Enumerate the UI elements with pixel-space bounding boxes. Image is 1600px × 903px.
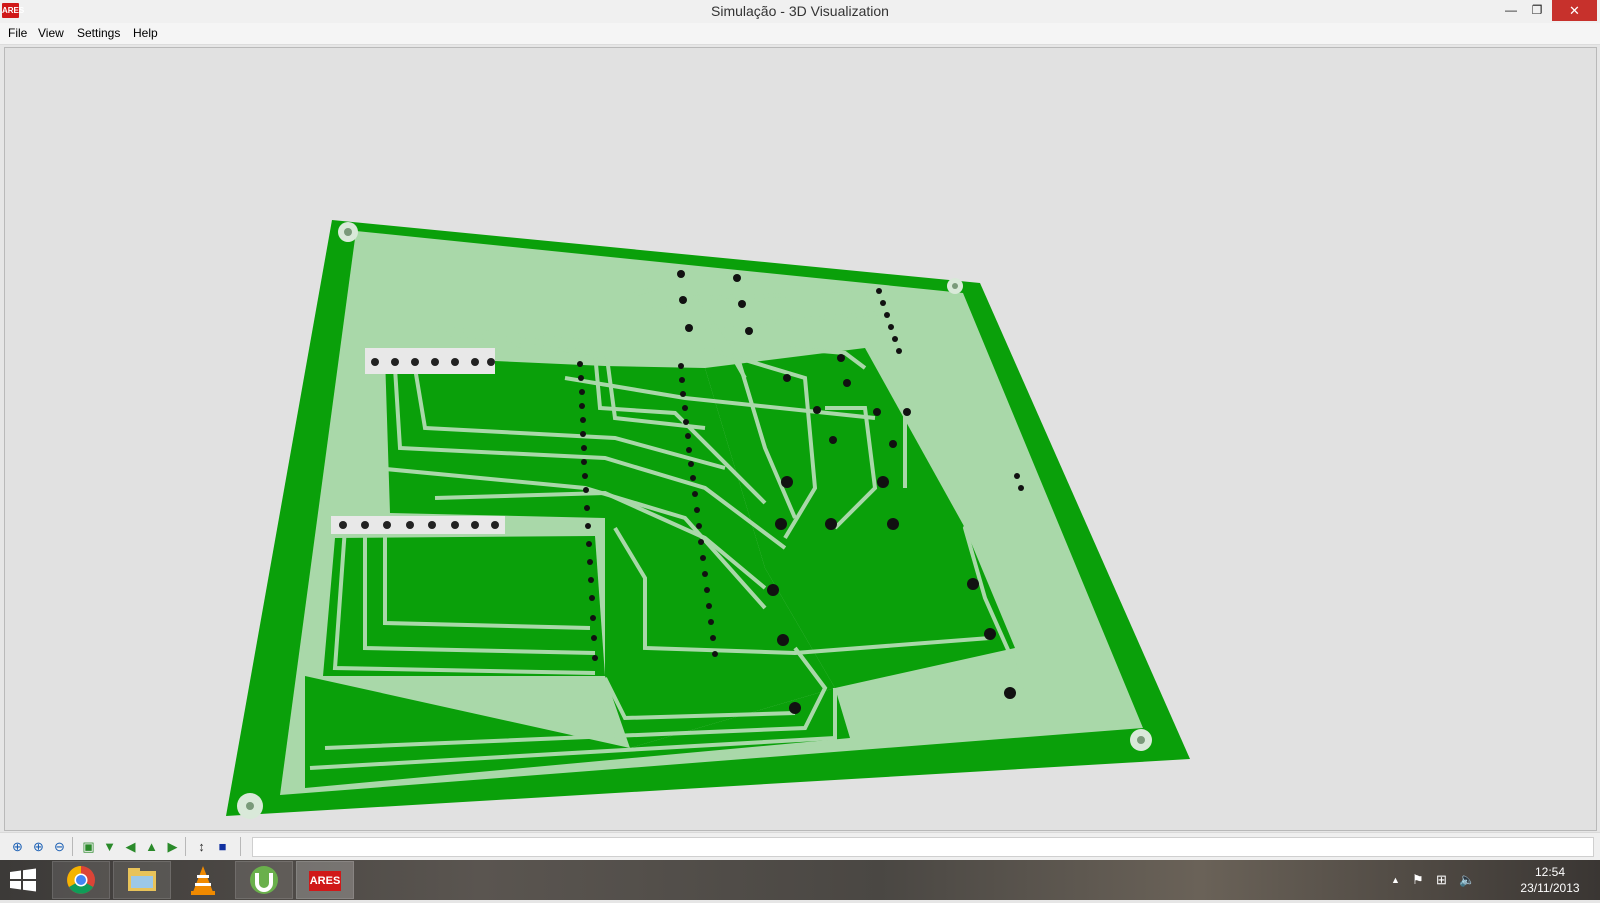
status-field — [252, 837, 1594, 857]
height-toggle-icon[interactable]: ↕ — [193, 838, 210, 855]
window-title: Simulação - 3D Visualization — [711, 3, 889, 19]
ares-icon[interactable]: ARES — [296, 861, 354, 899]
windows-taskbar: ARES ▲ ⚑ ⊞ 🔈 12:54 23/11/2013 — [0, 860, 1600, 900]
view-back-icon[interactable]: ▲ — [143, 838, 160, 855]
toolbar-separator — [72, 837, 73, 856]
menu-view[interactable]: View — [35, 23, 67, 43]
menu-help[interactable]: Help — [130, 23, 161, 43]
maximize-button[interactable]: ❐ — [1524, 0, 1550, 21]
toolbar-separator — [185, 837, 186, 856]
chrome-icon[interactable] — [52, 861, 110, 899]
toolbar-separator — [240, 837, 241, 856]
view-toolbar: ⊕ ⊕ ⊖ ▣ ▼ ◀ ▲ ▶ ↕ ■ — [0, 832, 1600, 861]
view-top-icon[interactable]: ▣ — [80, 838, 97, 855]
clock-date: 23/11/2013 — [1520, 881, 1580, 895]
zoom-in-icon[interactable]: ⊕ — [30, 838, 47, 855]
pan-crosshair-icon[interactable]: ⊕ — [9, 838, 26, 855]
menu-bar: File View Settings Help — [0, 23, 1600, 45]
clock-time: 12:54 — [1534, 865, 1566, 879]
menu-file[interactable]: File — [5, 23, 30, 43]
network-icon[interactable]: ⊞ — [1436, 871, 1447, 889]
component-toggle-icon[interactable]: ■ — [214, 838, 231, 855]
menu-settings[interactable]: Settings — [74, 23, 123, 43]
utorrent-icon[interactable] — [235, 861, 293, 899]
file-explorer-icon[interactable] — [113, 861, 171, 899]
title-bar: ARES Simulação - 3D Visualization — ❐ ✕ — [0, 0, 1600, 24]
minimize-button[interactable]: — — [1498, 0, 1524, 21]
ares-taskbar-label: ARES — [309, 871, 341, 891]
close-button[interactable]: ✕ — [1552, 0, 1597, 21]
action-center-flag-icon[interactable]: ⚑ — [1412, 871, 1424, 889]
3d-viewport[interactable] — [4, 47, 1597, 831]
show-hidden-icons[interactable]: ▲ — [1391, 871, 1400, 889]
system-clock[interactable]: 12:54 23/11/2013 — [1500, 864, 1600, 896]
start-windows-icon[interactable] — [8, 868, 38, 892]
volume-icon[interactable]: 🔈 — [1459, 871, 1475, 889]
header-connector-bottom — [331, 516, 505, 534]
pcb-3d-render[interactable] — [5, 48, 1596, 830]
view-right-icon[interactable]: ▶ — [164, 838, 181, 855]
view-left-icon[interactable]: ◀ — [122, 838, 139, 855]
vlc-icon[interactable] — [174, 861, 232, 899]
view-front-icon[interactable]: ▼ — [101, 838, 118, 855]
zoom-out-icon[interactable]: ⊖ — [51, 838, 68, 855]
header-connector-top — [365, 348, 495, 374]
